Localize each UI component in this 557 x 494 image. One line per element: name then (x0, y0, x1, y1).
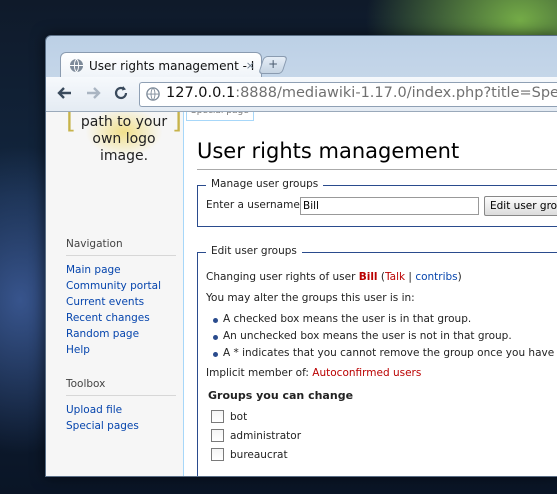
edit-user-groups-fieldset: Edit user groups Changing user rights of… (197, 245, 557, 476)
tab-special-page[interactable]: Special page (186, 112, 254, 121)
sidebar-link-help[interactable]: Help (66, 342, 176, 358)
open-paren: ( (377, 271, 385, 283)
content-area: Special page User rights management Mana… (183, 112, 557, 476)
reload-button[interactable] (110, 83, 132, 105)
url-path: :8888/mediawiki-1.17.0/index.php?title=S… (235, 85, 557, 101)
sidebar-link-recent-changes[interactable]: Recent changes (66, 310, 176, 326)
toolbox-portlet: Toolbox Upload file Special pages (66, 378, 176, 434)
sidebar-link-main-page[interactable]: Main page (66, 262, 176, 278)
implicit-member-line: Implicit member of: Autoconfirmed users (206, 367, 421, 379)
tab-close-icon[interactable]: × (246, 59, 255, 72)
bullet-icon (213, 318, 218, 323)
page-title: User rights management (197, 139, 460, 163)
username-label: Enter a username: (206, 199, 304, 211)
edit-user-groups-button[interactable]: Edit user groups (484, 196, 557, 216)
user-link[interactable]: Bill (359, 271, 378, 283)
navigation-portlet: Navigation Main page Community portal Cu… (66, 238, 176, 358)
reload-icon (114, 86, 128, 100)
checkbox-administrator[interactable] (211, 429, 224, 442)
url-host: 127.0.0.1 (166, 85, 236, 101)
sidebar-link-upload-file[interactable]: Upload file (66, 402, 176, 418)
new-tab-button[interactable]: + (258, 56, 288, 74)
group-label-administrator: administrator (230, 430, 302, 442)
list-item: A * indicates that you cannot remove the… (223, 347, 557, 359)
checkbox-bot[interactable] (211, 410, 224, 423)
link-separator: | (405, 271, 416, 283)
globe-icon (69, 58, 84, 73)
sidebar-link-community-portal[interactable]: Community portal (66, 278, 176, 294)
navigation-divider (66, 255, 176, 256)
web-page: [ path to your own logo image. ] Navigat… (46, 112, 557, 476)
address-bar[interactable]: 127.0.0.1:8888/mediawiki-1.17.0/index.ph… (139, 82, 557, 107)
title-divider (197, 169, 557, 170)
site-logo[interactable]: [ path to your own logo image. ] (64, 112, 184, 168)
group-label-bureaucrat: bureaucrat (230, 449, 288, 461)
sidebar-link-random-page[interactable]: Random page (66, 326, 176, 342)
toolbox-heading: Toolbox (66, 378, 106, 390)
edit-user-groups-legend: Edit user groups (206, 245, 302, 257)
changing-prefix: Changing user rights of user (206, 271, 359, 283)
close-paren: ) (457, 271, 462, 283)
logo-text: path to your own logo image. (64, 114, 184, 165)
browser-tab[interactable]: User rights management - I × (60, 52, 262, 79)
tab-title: User rights management - I (89, 59, 255, 73)
contribs-link[interactable]: contribs (415, 271, 457, 283)
username-input[interactable]: Bill (300, 197, 479, 215)
sidebar-link-current-events[interactable]: Current events (66, 294, 176, 310)
autoconfirmed-link[interactable]: Autoconfirmed users (312, 367, 421, 379)
plus-icon: + (268, 57, 279, 71)
back-arrow-icon (57, 87, 71, 99)
list-item: A checked box means the user is in that … (223, 313, 472, 325)
logo-line: path to your (80, 114, 168, 130)
toolbox-divider (66, 395, 176, 396)
navigation-heading: Navigation (66, 238, 123, 250)
changing-rights-line: Changing user rights of user Bill (Talk … (206, 271, 462, 283)
back-button[interactable] (54, 83, 76, 105)
browser-toolbar: 127.0.0.1:8888/mediawiki-1.17.0/index.ph… (46, 77, 557, 112)
sidebar-link-special-pages[interactable]: Special pages (66, 418, 176, 434)
talk-link[interactable]: Talk (385, 271, 405, 283)
list-item: An unchecked box means the user is not i… (223, 330, 512, 342)
checkbox-bureaucrat[interactable] (211, 448, 224, 461)
logo-line: own logo (92, 131, 156, 147)
group-label-bot: bot (230, 411, 248, 423)
browser-window: User rights management - I × + 127.0.0.1… (45, 35, 557, 477)
bullet-icon (213, 335, 218, 340)
may-alter-text: You may alter the groups this user is in… (206, 292, 415, 304)
manage-user-groups-fieldset: Manage user groups Enter a username: Bil… (197, 178, 557, 227)
bullet-icon (213, 352, 218, 357)
forward-arrow-icon (87, 87, 101, 99)
forward-button[interactable] (82, 83, 104, 105)
manage-user-groups-legend: Manage user groups (206, 178, 324, 190)
page-globe-icon (146, 87, 160, 101)
implicit-label: Implicit member of: (206, 367, 313, 379)
logo-line: image. (99, 148, 149, 164)
groups-heading: Groups you can change (208, 389, 354, 402)
logo-bracket-right: ] (171, 112, 182, 135)
url-text: 127.0.0.1:8888/mediawiki-1.17.0/index.ph… (166, 85, 557, 101)
